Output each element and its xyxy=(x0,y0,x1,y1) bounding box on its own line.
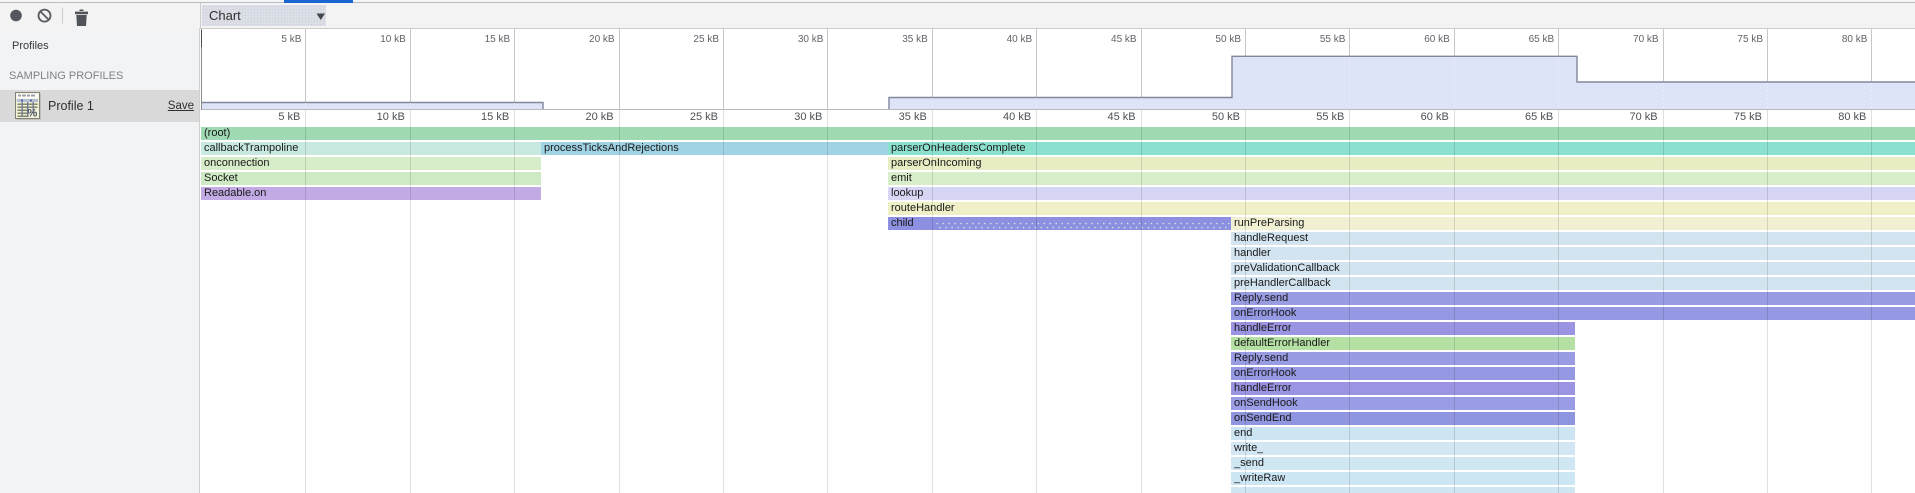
svg-text:%: % xyxy=(28,108,38,120)
